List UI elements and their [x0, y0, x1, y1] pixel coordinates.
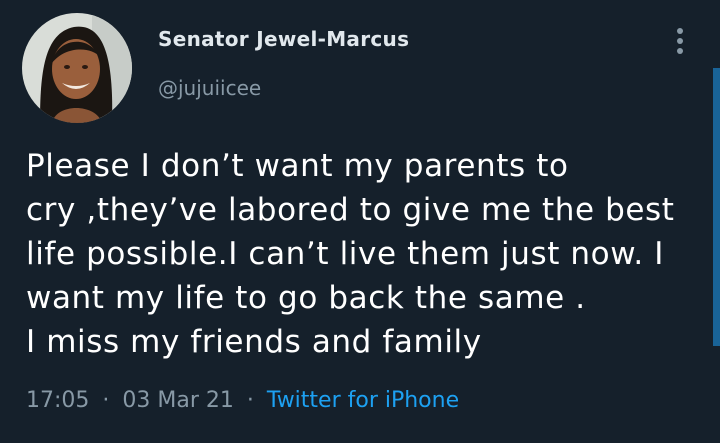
tweet-date: 03 Mar 21	[122, 388, 234, 413]
scrollbar[interactable]	[713, 68, 720, 346]
tweet-meta: 17:05 · 03 Mar 21 · Twitter for iPhone	[26, 388, 459, 413]
tweet-text-line: cry ,they’ve labored to give me the best	[26, 192, 675, 228]
more-dot	[677, 38, 683, 44]
avatar-photo	[22, 13, 132, 123]
tweet-card: Senator Jewel-Marcus @jujuiicee Please I…	[0, 0, 720, 443]
tweet-text: Please I don’t want my parents to cry ,t…	[26, 144, 706, 364]
tweet-text-line: I miss my friends and family	[26, 324, 482, 360]
tweet-text-line: life possible.I can’t live them just now…	[26, 236, 665, 272]
more-dot	[677, 48, 683, 54]
tweet-text-line: Please I don’t want my parents to	[26, 148, 569, 184]
author-display-name[interactable]: Senator Jewel-Marcus	[158, 27, 409, 51]
meta-separator: ·	[102, 388, 110, 413]
more-vertical-icon[interactable]	[670, 26, 690, 56]
avatar[interactable]	[22, 13, 132, 123]
meta-separator: ·	[246, 388, 254, 413]
author-handle[interactable]: @jujuiicee	[158, 76, 261, 100]
more-dot	[677, 28, 683, 34]
tweet-source-link[interactable]: Twitter for iPhone	[267, 388, 459, 413]
tweet-time: 17:05	[26, 388, 90, 413]
tweet-text-line: want my life to go back the same .	[26, 280, 586, 316]
